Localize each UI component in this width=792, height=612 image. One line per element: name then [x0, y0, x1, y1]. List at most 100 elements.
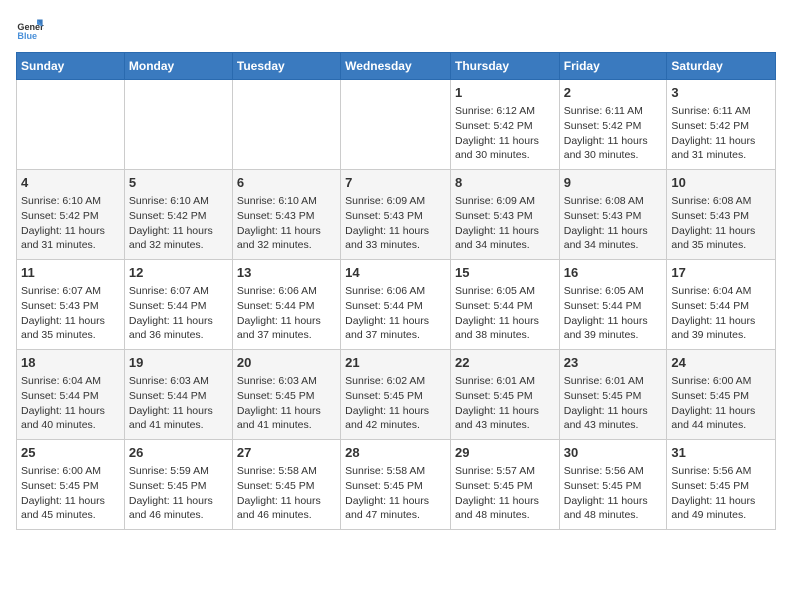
day-info: Sunrise: 6:10 AM — [21, 194, 120, 209]
day-info: Sunset: 5:44 PM — [21, 389, 120, 404]
day-info: Sunset: 5:43 PM — [671, 209, 771, 224]
day-number: 16 — [564, 264, 663, 282]
header-day-monday: Monday — [124, 53, 232, 80]
day-number: 23 — [564, 354, 663, 372]
day-number: 19 — [129, 354, 228, 372]
day-info: and 44 minutes. — [671, 418, 771, 433]
day-info: Daylight: 11 hours — [129, 494, 228, 509]
day-info: and 34 minutes. — [455, 238, 555, 253]
day-info: Sunrise: 6:09 AM — [455, 194, 555, 209]
day-info: Sunset: 5:45 PM — [564, 479, 663, 494]
day-info: Sunrise: 6:04 AM — [671, 284, 771, 299]
day-info: Daylight: 11 hours — [21, 404, 120, 419]
day-info: Daylight: 11 hours — [237, 224, 336, 239]
day-cell-9: 9Sunrise: 6:08 AMSunset: 5:43 PMDaylight… — [559, 170, 667, 260]
day-info: Daylight: 11 hours — [564, 134, 663, 149]
day-number: 25 — [21, 444, 120, 462]
header-day-tuesday: Tuesday — [232, 53, 340, 80]
day-info: Sunset: 5:42 PM — [21, 209, 120, 224]
day-number: 31 — [671, 444, 771, 462]
day-info: Sunrise: 6:00 AM — [21, 464, 120, 479]
day-info: Sunrise: 6:09 AM — [345, 194, 446, 209]
day-info: and 41 minutes. — [129, 418, 228, 433]
header-day-saturday: Saturday — [667, 53, 776, 80]
day-info: and 45 minutes. — [21, 508, 120, 523]
week-row-4: 18Sunrise: 6:04 AMSunset: 5:44 PMDayligh… — [17, 350, 776, 440]
day-number: 14 — [345, 264, 446, 282]
page-header: General Blue — [16, 16, 776, 44]
empty-cell — [17, 80, 125, 170]
calendar-header: SundayMondayTuesdayWednesdayThursdayFrid… — [17, 53, 776, 80]
day-cell-2: 2Sunrise: 6:11 AMSunset: 5:42 PMDaylight… — [559, 80, 667, 170]
day-info: and 43 minutes. — [455, 418, 555, 433]
day-info: Sunrise: 5:56 AM — [564, 464, 663, 479]
day-cell-30: 30Sunrise: 5:56 AMSunset: 5:45 PMDayligh… — [559, 440, 667, 530]
day-info: Sunrise: 6:12 AM — [455, 104, 555, 119]
day-cell-20: 20Sunrise: 6:03 AMSunset: 5:45 PMDayligh… — [232, 350, 340, 440]
day-info: Sunrise: 6:03 AM — [129, 374, 228, 389]
day-info: Sunrise: 5:56 AM — [671, 464, 771, 479]
day-info: and 40 minutes. — [21, 418, 120, 433]
day-cell-24: 24Sunrise: 6:00 AMSunset: 5:45 PMDayligh… — [667, 350, 776, 440]
day-info: Sunset: 5:45 PM — [237, 479, 336, 494]
day-info: Sunrise: 6:01 AM — [564, 374, 663, 389]
day-info: Sunset: 5:44 PM — [237, 299, 336, 314]
day-cell-12: 12Sunrise: 6:07 AMSunset: 5:44 PMDayligh… — [124, 260, 232, 350]
day-cell-15: 15Sunrise: 6:05 AMSunset: 5:44 PMDayligh… — [450, 260, 559, 350]
day-info: Daylight: 11 hours — [564, 404, 663, 419]
day-cell-22: 22Sunrise: 6:01 AMSunset: 5:45 PMDayligh… — [450, 350, 559, 440]
week-row-3: 11Sunrise: 6:07 AMSunset: 5:43 PMDayligh… — [17, 260, 776, 350]
day-info: Daylight: 11 hours — [564, 224, 663, 239]
day-info: Sunrise: 6:07 AM — [129, 284, 228, 299]
day-info: Sunrise: 6:01 AM — [455, 374, 555, 389]
header-day-thursday: Thursday — [450, 53, 559, 80]
day-info: Daylight: 11 hours — [455, 224, 555, 239]
day-info: Daylight: 11 hours — [455, 494, 555, 509]
day-cell-16: 16Sunrise: 6:05 AMSunset: 5:44 PMDayligh… — [559, 260, 667, 350]
week-row-5: 25Sunrise: 6:00 AMSunset: 5:45 PMDayligh… — [17, 440, 776, 530]
day-cell-31: 31Sunrise: 5:56 AMSunset: 5:45 PMDayligh… — [667, 440, 776, 530]
day-info: Sunrise: 6:06 AM — [345, 284, 446, 299]
day-info: Daylight: 11 hours — [129, 314, 228, 329]
day-info: Sunset: 5:45 PM — [345, 479, 446, 494]
day-info: Sunrise: 5:57 AM — [455, 464, 555, 479]
day-info: Daylight: 11 hours — [237, 494, 336, 509]
day-number: 5 — [129, 174, 228, 192]
day-info: and 30 minutes. — [564, 148, 663, 163]
day-cell-29: 29Sunrise: 5:57 AMSunset: 5:45 PMDayligh… — [450, 440, 559, 530]
day-number: 9 — [564, 174, 663, 192]
logo: General Blue — [16, 16, 48, 44]
day-info: Sunrise: 6:10 AM — [129, 194, 228, 209]
day-cell-5: 5Sunrise: 6:10 AMSunset: 5:42 PMDaylight… — [124, 170, 232, 260]
day-info: Sunset: 5:42 PM — [564, 119, 663, 134]
day-info: and 41 minutes. — [237, 418, 336, 433]
day-number: 22 — [455, 354, 555, 372]
header-day-friday: Friday — [559, 53, 667, 80]
day-info: Daylight: 11 hours — [455, 314, 555, 329]
day-info: Sunset: 5:45 PM — [455, 389, 555, 404]
day-info: and 32 minutes. — [237, 238, 336, 253]
day-info: Daylight: 11 hours — [345, 494, 446, 509]
day-info: Sunset: 5:43 PM — [237, 209, 336, 224]
day-info: Sunrise: 6:03 AM — [237, 374, 336, 389]
empty-cell — [124, 80, 232, 170]
day-number: 3 — [671, 84, 771, 102]
day-number: 28 — [345, 444, 446, 462]
day-cell-26: 26Sunrise: 5:59 AMSunset: 5:45 PMDayligh… — [124, 440, 232, 530]
day-info: Sunrise: 6:10 AM — [237, 194, 336, 209]
day-info: and 37 minutes. — [237, 328, 336, 343]
day-info: Sunrise: 6:04 AM — [21, 374, 120, 389]
day-info: and 33 minutes. — [345, 238, 446, 253]
day-info: and 49 minutes. — [671, 508, 771, 523]
day-info: Sunset: 5:45 PM — [129, 479, 228, 494]
day-info: Sunset: 5:45 PM — [671, 479, 771, 494]
day-info: Daylight: 11 hours — [671, 134, 771, 149]
empty-cell — [341, 80, 451, 170]
day-info: Sunset: 5:42 PM — [671, 119, 771, 134]
day-number: 21 — [345, 354, 446, 372]
header-day-wednesday: Wednesday — [341, 53, 451, 80]
day-info: Daylight: 11 hours — [564, 494, 663, 509]
day-number: 12 — [129, 264, 228, 282]
day-info: Sunset: 5:45 PM — [455, 479, 555, 494]
empty-cell — [232, 80, 340, 170]
